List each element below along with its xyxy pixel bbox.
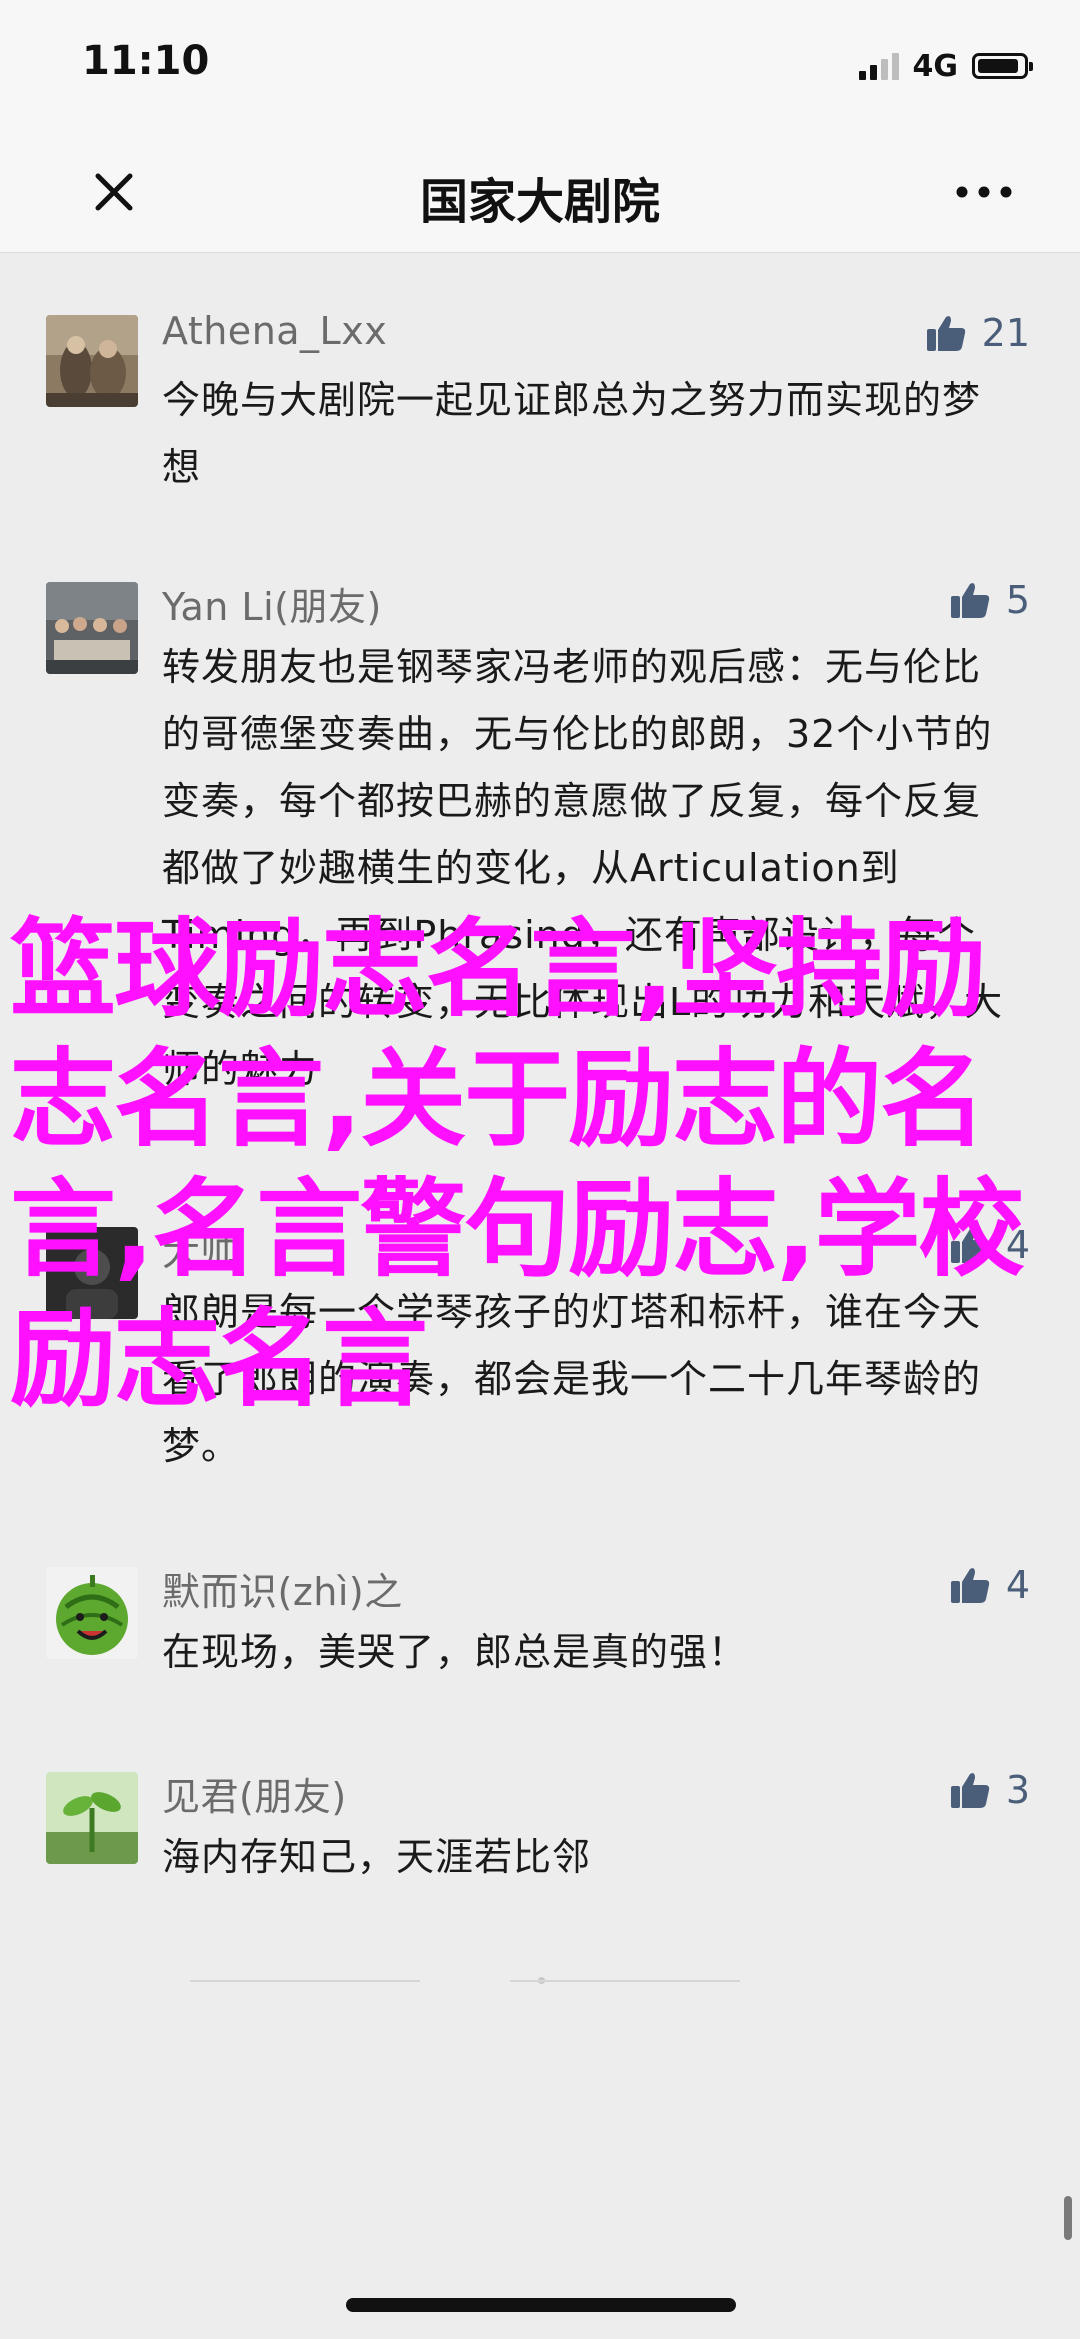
status-bar: 11:10 4G <box>0 0 1080 130</box>
comment-author[interactable]: Athena_Lxx <box>162 309 387 353</box>
comment-author[interactable]: Yan Li(朋友) <box>162 576 382 631</box>
home-indicator[interactable] <box>346 2298 736 2312</box>
sprout-avatar[interactable] <box>46 1772 138 1864</box>
scrollbar[interactable] <box>1064 2196 1072 2240</box>
comment-text: 海内存知己，天涯若比邻 <box>162 1835 592 1879</box>
like-button[interactable]: 5 <box>948 576 1030 624</box>
comment-text: 在现场，美哭了，郎总是真的强！ <box>162 1630 748 1674</box>
battery-icon <box>972 53 1033 79</box>
like-count: 21 <box>981 311 1030 355</box>
watermelon-avatar[interactable] <box>46 1567 138 1659</box>
nav-bar: 国家大剧院 <box>0 130 1080 253</box>
status-indicators: 4G <box>858 48 1033 84</box>
painting-avatar[interactable] <box>46 315 138 407</box>
like-count: 4 <box>1005 1563 1030 1607</box>
network-label: 4G <box>912 48 959 84</box>
comment-text: 今晚与大剧院一起见证郎总为之努力而实现的梦想 <box>162 378 982 489</box>
signal-icon <box>858 52 899 80</box>
battery-level <box>978 59 1018 73</box>
like-button[interactable]: 3 <box>948 1766 1030 1814</box>
like-count: 5 <box>1005 578 1030 622</box>
overlay-title: 篮球励志名言,坚持励志名言,关于励志的名言,名言警句励志,学校励志名言 <box>10 908 1025 1421</box>
status-time: 11:10 <box>82 38 210 84</box>
like-count: 3 <box>1005 1768 1030 1812</box>
page-title: 国家大剧院 <box>419 174 660 230</box>
thumbs-up-icon <box>950 1568 989 1603</box>
comment-author[interactable]: 见君(朋友) <box>162 1766 347 1821</box>
thumbs-up-icon <box>950 583 989 618</box>
thumbs-up-icon <box>950 1773 989 1808</box>
like-button[interactable]: 21 <box>924 309 1030 357</box>
group-photo-avatar[interactable] <box>46 582 138 674</box>
more-icon[interactable] <box>944 160 1024 224</box>
like-button[interactable]: 4 <box>948 1561 1030 1609</box>
end-of-list-divider <box>190 1977 740 1984</box>
comment-author[interactable]: 默而识(zhì)之 <box>162 1561 403 1616</box>
thumbs-up-icon <box>926 316 965 351</box>
